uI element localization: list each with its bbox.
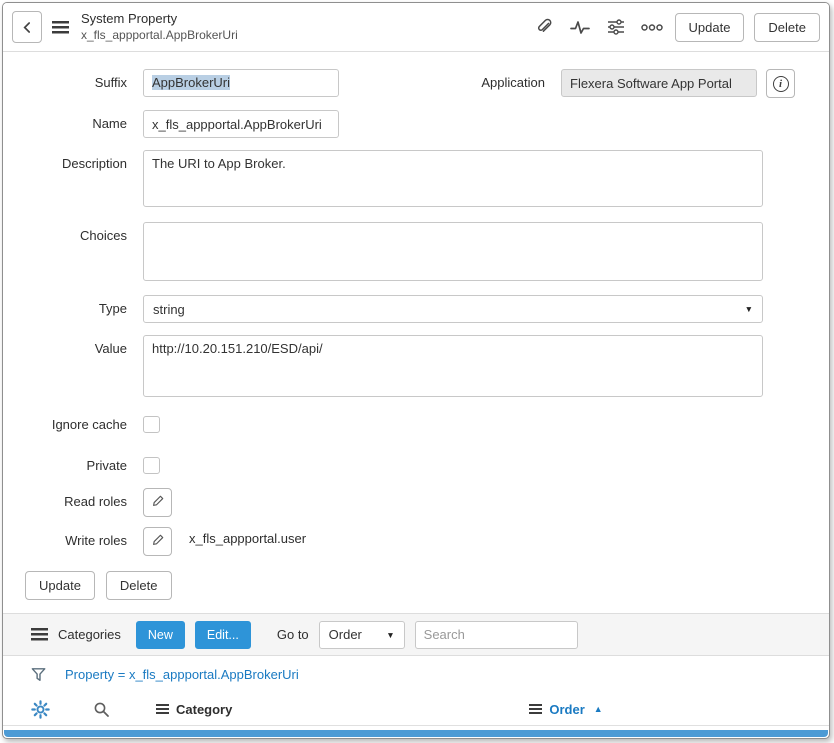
pencil-icon	[151, 533, 165, 550]
breadcrumb-row: Property = x_fls_appportal.AppBrokerUri	[3, 656, 829, 693]
type-select[interactable]: string ▼	[143, 295, 763, 323]
activity-stream-icon[interactable]	[567, 14, 593, 40]
edit-button[interactable]: Edit...	[195, 621, 251, 649]
suffix-application-row: Suffix AppBrokerUri Application	[3, 69, 829, 98]
ignore-cache-row: Ignore cache	[3, 411, 829, 439]
update-button-header[interactable]: Update	[675, 13, 745, 42]
category-column-menu-icon[interactable]	[156, 704, 169, 715]
private-label: Private	[3, 452, 143, 480]
delete-button[interactable]: Delete	[106, 571, 172, 600]
goto-label: Go to	[277, 627, 309, 642]
template-sliders-icon[interactable]	[603, 14, 629, 40]
application-info-button[interactable]	[766, 69, 795, 98]
related-list-title: Categories	[58, 627, 121, 642]
write-roles-edit-button[interactable]	[143, 527, 172, 556]
goto-select[interactable]: Order ▼	[319, 621, 405, 649]
order-column-label: Order	[549, 702, 584, 717]
delete-button-header[interactable]: Delete	[754, 13, 820, 42]
value-row: Value http://10.20.151.210/ESD/api/	[3, 335, 829, 397]
read-roles-row: Read roles	[3, 488, 829, 517]
info-icon	[773, 76, 789, 92]
new-button[interactable]: New	[136, 621, 185, 649]
type-label: Type	[3, 295, 143, 323]
choices-textarea[interactable]	[143, 222, 763, 281]
list-context-menu-icon[interactable]	[31, 628, 48, 641]
suffix-label: Suffix	[3, 69, 143, 97]
update-button[interactable]: Update	[25, 571, 95, 600]
list-search-input[interactable]	[415, 621, 578, 649]
choices-label: Choices	[3, 222, 143, 250]
list-bottom-bar	[4, 730, 828, 737]
more-options-icon[interactable]	[639, 14, 665, 40]
application-input	[561, 69, 757, 97]
suffix-selected-text: AppBrokerUri	[152, 75, 230, 90]
chevron-down-icon: ▼	[386, 630, 394, 640]
list-column-headers: Category Order ▲	[3, 693, 829, 726]
title-block: System Property x_fls_appportal.AppBroke…	[81, 11, 238, 43]
order-column-header[interactable]: Order ▲	[529, 702, 602, 717]
private-checkbox[interactable]	[143, 457, 160, 474]
filter-funnel-icon[interactable]	[30, 666, 49, 684]
choices-row: Choices	[3, 222, 829, 281]
description-row: Description The URI to App Broker.	[3, 150, 829, 207]
name-input[interactable]	[143, 110, 339, 138]
category-column-label: Category	[176, 702, 232, 717]
description-label: Description	[3, 150, 143, 178]
categories-related-list: Categories New Edit... Go to Order ▼ Pro…	[3, 613, 829, 726]
category-column-header[interactable]: Category	[156, 702, 232, 717]
form-header: System Property x_fls_appportal.AppBroke…	[3, 3, 829, 52]
write-roles-label: Write roles	[3, 527, 143, 555]
name-label: Name	[3, 110, 143, 138]
read-roles-edit-button[interactable]	[143, 488, 172, 517]
type-row: Type string ▼	[3, 295, 829, 323]
page-title: System Property	[81, 11, 238, 28]
goto-selected-value: Order	[329, 627, 362, 642]
page-subtitle: x_fls_appportal.AppBrokerUri	[81, 28, 238, 44]
description-textarea[interactable]: The URI to App Broker.	[143, 150, 763, 207]
form-actions: Update Delete	[3, 571, 829, 600]
ignore-cache-checkbox[interactable]	[143, 416, 160, 433]
suffix-input[interactable]: AppBrokerUri	[143, 69, 339, 97]
ignore-cache-label: Ignore cache	[3, 411, 143, 439]
attachment-icon[interactable]	[531, 14, 557, 40]
list-toolbar: Categories New Edit... Go to Order ▼	[3, 613, 829, 656]
system-property-window: System Property x_fls_appportal.AppBroke…	[2, 2, 830, 739]
order-column-menu-icon[interactable]	[529, 704, 542, 715]
form-context-menu-icon[interactable]	[52, 21, 69, 34]
type-selected-value: string	[153, 302, 185, 317]
value-label: Value	[3, 335, 143, 363]
sort-ascending-icon: ▲	[594, 704, 603, 714]
list-search-icon[interactable]	[93, 701, 110, 718]
value-textarea[interactable]: http://10.20.151.210/ESD/api/	[143, 335, 763, 397]
list-gear-icon[interactable]	[31, 700, 50, 719]
application-label: Application	[481, 69, 561, 97]
write-roles-value: x_fls_appportal.user	[189, 527, 306, 551]
system-property-form: Suffix AppBrokerUri Application Name Des…	[3, 52, 829, 600]
chevron-down-icon: ▼	[745, 304, 753, 314]
name-row: Name	[3, 110, 829, 138]
back-button[interactable]	[12, 11, 42, 43]
pencil-icon	[151, 494, 165, 511]
breadcrumb[interactable]: Property = x_fls_appportal.AppBrokerUri	[65, 667, 299, 682]
write-roles-row: Write roles x_fls_appportal.user	[3, 527, 829, 556]
read-roles-label: Read roles	[3, 488, 143, 516]
private-row: Private	[3, 452, 829, 480]
chevron-left-icon	[20, 20, 35, 35]
